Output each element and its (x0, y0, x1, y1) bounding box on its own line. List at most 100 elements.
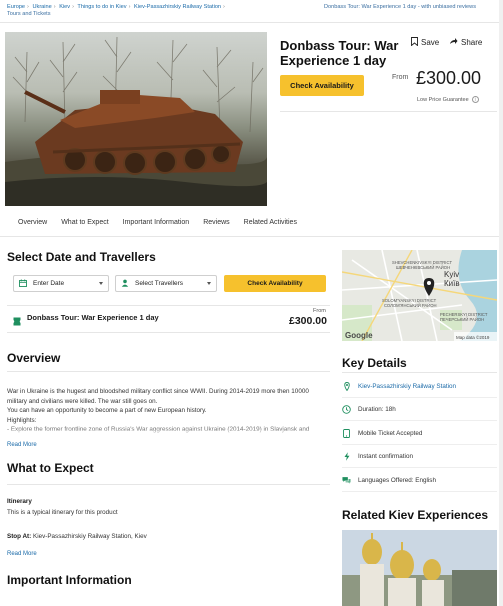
check-availability-button[interactable]: Check Availability (280, 75, 364, 96)
key-detail-text: Duration: 18h (358, 406, 396, 413)
divider (342, 467, 497, 468)
key-detail-text: Mobile Ticket Accepted (358, 430, 423, 437)
overview-read-more-link[interactable]: Read More (7, 442, 37, 448)
ticket-icon (342, 429, 351, 438)
tab-reviews[interactable]: Reviews (203, 219, 229, 226)
divider (342, 372, 497, 373)
save-label: Save (421, 38, 440, 47)
key-detail-instant-confirmation: Instant confirmation (342, 452, 413, 461)
stop-at-value: Kiev-Passazhirskiy Railway Station, Kiev (33, 533, 147, 540)
important-information-title: Important Information (7, 573, 132, 587)
google-logo: Google (345, 331, 373, 340)
key-detail-duration: Duration: 18h (342, 405, 396, 414)
calendar-icon (19, 279, 27, 289)
booking-title: Select Date and Travellers (7, 250, 156, 264)
key-detail-location[interactable]: Kiev-Passazhirskiy Railway Station (342, 382, 456, 391)
share-icon (449, 37, 458, 47)
tab-important-information[interactable]: Important Information (123, 219, 190, 226)
page-subtitle: Donbass Tour: War Experience 1 day - wit… (323, 4, 476, 10)
from-label: From (392, 74, 409, 81)
what-to-expect-title: What to Expect (7, 461, 94, 475)
breadcrumb: Europe › Ukraine › Kiev › Things to do in K… (7, 4, 257, 18)
itinerary-text: This is a typical itinerary for this pro… (7, 509, 118, 516)
key-details-title: Key Details (342, 356, 407, 370)
key-detail-text: Languages Offered: English (358, 477, 436, 484)
overview-line: You can have an opportunity to become a … (7, 407, 207, 414)
chevron-right-icon: › (72, 4, 74, 10)
divider (342, 491, 497, 492)
stop-at-label: Stop At: (7, 533, 32, 540)
divider (342, 444, 497, 445)
breadcrumb-item[interactable]: Ukraine (32, 4, 51, 10)
tab-related-activities[interactable]: Related Activities (244, 219, 297, 226)
product-option-name: Donbass Tour: War Experience 1 day (27, 313, 159, 322)
date-placeholder: Enter Date (33, 280, 65, 287)
clock-icon (342, 405, 351, 414)
price: £300.00 (416, 68, 482, 88)
person-icon (121, 279, 129, 289)
divider (0, 236, 503, 237)
travellers-select[interactable]: Select Travellers (115, 275, 217, 292)
section-tabs: Overview What to Expect Important Inform… (18, 219, 297, 226)
chevron-right-icon: › (53, 4, 56, 10)
chevron-down-icon (99, 282, 103, 285)
chevron-right-icon: › (27, 4, 29, 10)
breadcrumb-current: Tours and Tickets (7, 11, 51, 17)
itinerary-label: Itinerary (7, 498, 32, 505)
info-icon[interactable]: i (471, 96, 479, 103)
divider (342, 420, 497, 421)
divider (0, 22, 503, 23)
location-pin-icon (342, 382, 351, 391)
low-price-guarantee: Low Price Guarantee i (417, 96, 479, 103)
location-map[interactable]: SHEVCHENKIVSKYI DISTRICT ШЕВЧЕНКІВСЬКИЙ … (342, 250, 497, 341)
stop-at: Stop At: Kiev-Passazhirskiy Railway Stat… (7, 532, 147, 541)
share-button[interactable]: Share (449, 37, 482, 47)
chat-icon (342, 476, 351, 485)
overview-line: War in Ukraine is the hugest and bloodsh… (7, 388, 309, 395)
text-fade (7, 430, 332, 444)
chevron-down-icon (207, 282, 211, 285)
map-label: ПЕЧЕРСЬКИЙ РАЙОН (440, 317, 484, 322)
from-label: From (313, 308, 326, 314)
product-option-price: £300.00 (289, 315, 327, 327)
lightning-icon (342, 452, 351, 461)
ticket-icon (13, 313, 21, 331)
date-input[interactable]: Enter Date (13, 275, 109, 292)
tab-overview[interactable]: Overview (18, 219, 47, 226)
map-city-label: Kyiv (444, 270, 459, 279)
save-button[interactable]: Save (411, 37, 439, 48)
map-city-label: Київ (444, 279, 460, 288)
breadcrumb-item[interactable]: Europe (7, 4, 25, 10)
divider (7, 371, 330, 372)
share-label: Share (461, 37, 483, 47)
key-detail-location-link[interactable]: Kiev-Passazhirskiy Railway Station (358, 383, 456, 390)
what-to-expect-read-more-link[interactable]: Read More (7, 551, 37, 557)
overview-line: military and civilians were killed. The … (7, 397, 158, 405)
check-availability-button-secondary[interactable]: Check Availability (224, 275, 326, 292)
divider (7, 484, 330, 485)
related-experience-photo[interactable] (342, 530, 497, 606)
overview-line: Highlights: (7, 416, 37, 424)
related-experiences-title: Related Kiev Experiences (342, 508, 489, 522)
map-label: ШЕВЧЕНКІВСЬКИЙ РАЙОН (396, 265, 450, 270)
key-detail-mobile-ticket: Mobile Ticket Accepted (342, 429, 422, 438)
breadcrumb-item[interactable]: Kiev-Passazhirskiy Railway Station (134, 4, 221, 10)
hero-photo[interactable] (5, 32, 267, 206)
map-copyright: Map data ©2019 (456, 334, 490, 340)
page-title: Donbass Tour: War Experience 1 day (280, 38, 399, 68)
divider (342, 397, 497, 398)
chevron-right-icon: › (223, 4, 225, 10)
breadcrumb-item[interactable]: Things to do in Kiev (77, 4, 126, 10)
chevron-right-icon: › (128, 4, 131, 10)
breadcrumb-item[interactable]: Kiev (59, 4, 70, 10)
overview-title: Overview (7, 351, 61, 365)
key-detail-text: Instant confirmation (358, 453, 413, 460)
map-label: СОЛОМ'ЯНСЬКИЙ РАЙОН (384, 303, 436, 308)
key-detail-languages: Languages Offered: English (342, 476, 436, 485)
travellers-placeholder: Select Travellers (135, 280, 184, 287)
tab-what-to-expect[interactable]: What to Expect (61, 219, 108, 226)
scrollbar[interactable] (499, 0, 503, 606)
divider (280, 111, 497, 112)
low-price-guarantee-label: Low Price Guarantee (417, 96, 469, 103)
bookmark-icon (411, 37, 418, 48)
